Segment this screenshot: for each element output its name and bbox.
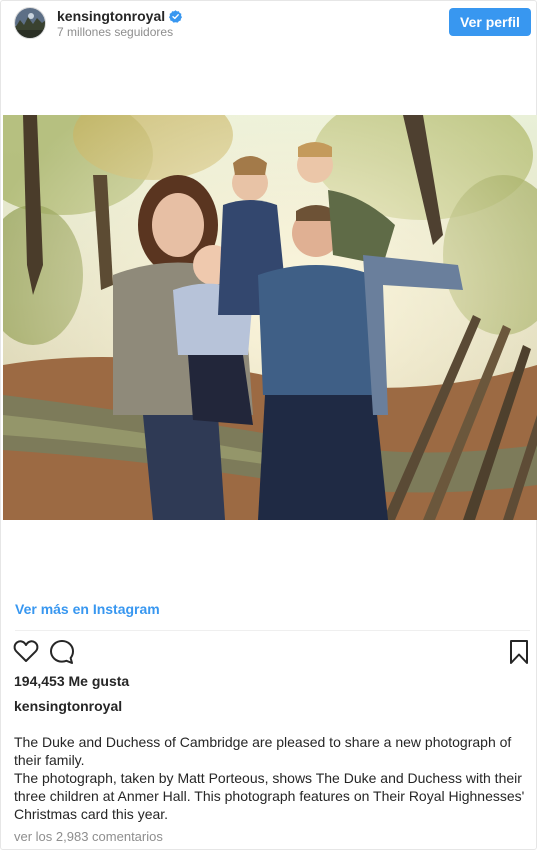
post-header: kensingtonroyal 7 millones seguidores Ve…: [1, 1, 537, 45]
profile-avatar[interactable]: [14, 7, 46, 39]
account-username[interactable]: kensingtonroyal: [57, 8, 165, 24]
verified-badge-icon: [169, 9, 183, 23]
comment-bubble-icon[interactable]: [49, 639, 75, 670]
divider: [15, 630, 530, 631]
action-bar: [1, 637, 537, 667]
caption-username[interactable]: kensingtonroyal: [14, 698, 122, 714]
post-caption: The Duke and Duchess of Cambridge are pl…: [14, 733, 529, 823]
post-photo[interactable]: [3, 115, 537, 520]
bookmark-icon[interactable]: [509, 639, 529, 670]
caption-paragraph: The photograph, taken by Matt Porteous, …: [14, 770, 525, 822]
view-profile-button[interactable]: Ver perfil: [449, 8, 531, 36]
instagram-embed: kensingtonroyal 7 millones seguidores Ve…: [0, 0, 537, 850]
username-row: kensingtonroyal: [57, 8, 183, 24]
like-count[interactable]: 194,453 Me gusta: [14, 673, 129, 689]
follower-count: 7 millones seguidores: [57, 25, 174, 39]
view-more-on-instagram-link[interactable]: Ver más en Instagram: [15, 601, 160, 617]
view-comments-link[interactable]: ver los 2,983 comentarios: [14, 829, 163, 844]
caption-paragraph: The Duke and Duchess of Cambridge are pl…: [14, 734, 512, 768]
heart-icon[interactable]: [13, 639, 39, 668]
